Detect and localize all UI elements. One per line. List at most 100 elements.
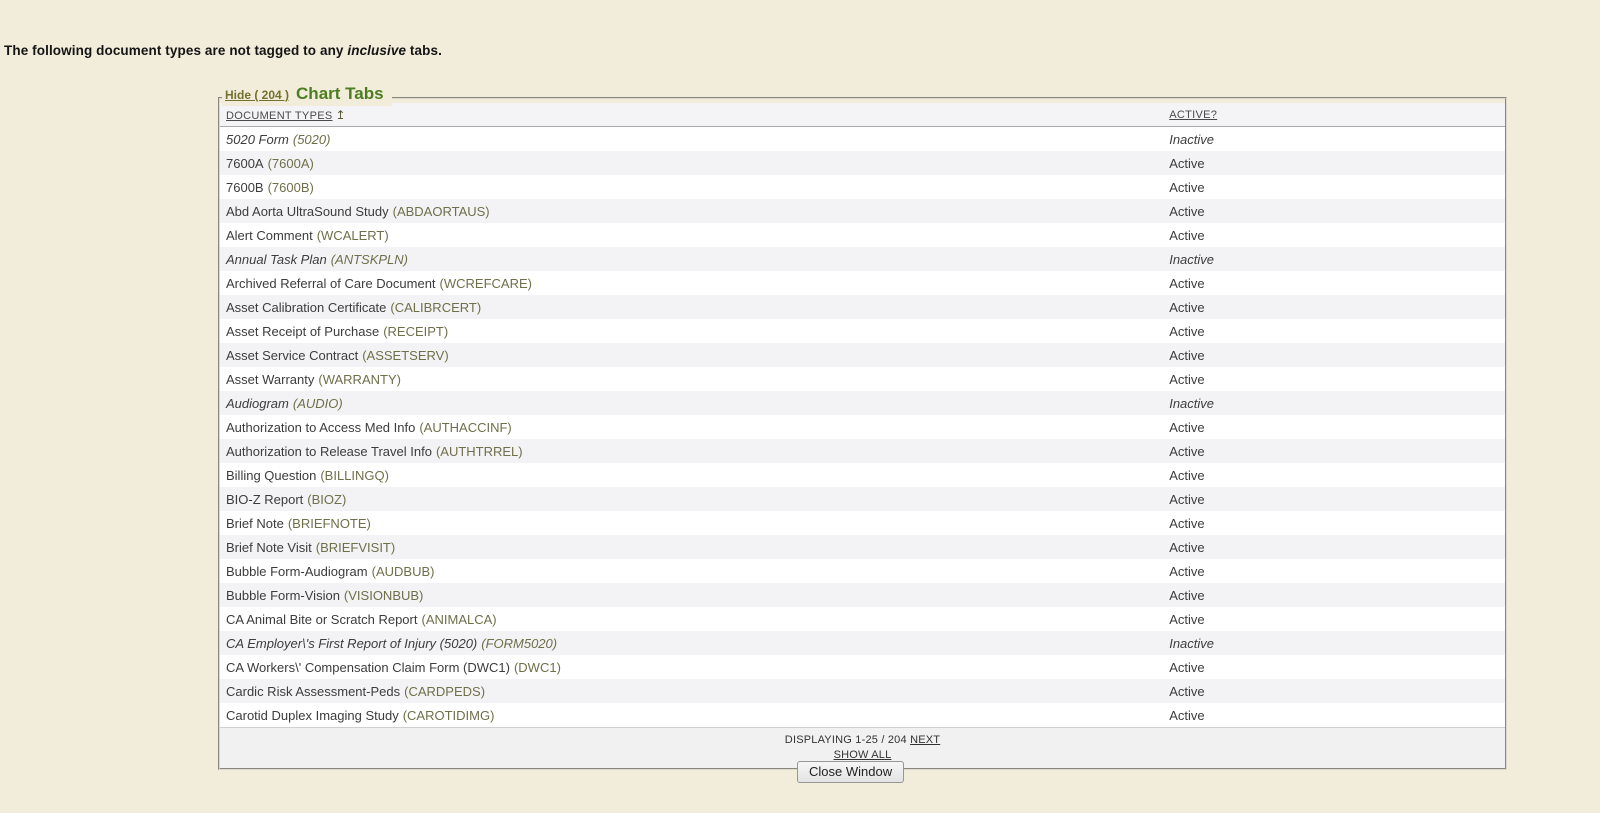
active-status-cell: Active	[1163, 343, 1505, 367]
status-badge: Active	[1169, 564, 1204, 579]
status-badge: Active	[1169, 612, 1204, 627]
active-status-cell: Active	[1163, 703, 1505, 727]
document-code: (ASSETSERV)	[362, 348, 448, 363]
sort-active-link[interactable]: ACTIVE?	[1169, 109, 1217, 121]
status-badge: Active	[1169, 372, 1204, 387]
document-name: 7600A	[226, 156, 264, 171]
document-code: (CALIBRCERT)	[390, 300, 481, 315]
active-status-cell: Active	[1163, 151, 1505, 175]
document-code: (ANTSKPLN)	[331, 252, 408, 267]
status-badge: Active	[1169, 180, 1204, 195]
table-row: Asset Service Contract (ASSETSERV) Active	[220, 343, 1505, 367]
document-name: Audiogram	[226, 396, 289, 411]
document-code: (AUTHTRREL)	[436, 444, 523, 459]
status-badge: Active	[1169, 420, 1204, 435]
document-name: Asset Receipt of Purchase	[226, 324, 379, 339]
document-code: (DWC1)	[514, 660, 561, 675]
document-name: CA Employer\'s First Report of Injury (5…	[226, 636, 477, 651]
document-type-cell: Asset Warranty(WARRANTY)	[220, 367, 1163, 391]
intro-statement: The following document types are not tag…	[4, 43, 442, 58]
table-row: 7600A(7600A) Active	[220, 151, 1505, 175]
document-type-cell: Alert Comment(WCALERT)	[220, 223, 1163, 247]
document-type-cell: 7600A(7600A)	[220, 151, 1163, 175]
document-type-cell: Asset Service Contract (ASSETSERV)	[220, 343, 1163, 367]
document-name: Authorization to Release Travel Info	[226, 444, 432, 459]
active-status-cell: Active	[1163, 367, 1505, 391]
table-row: Alert Comment(WCALERT) Active	[220, 223, 1505, 247]
table-row: CA Animal Bite or Scratch Report(ANIMALC…	[220, 607, 1505, 631]
document-type-cell: Carotid Duplex Imaging Study(CAROTIDIMG)	[220, 703, 1163, 727]
table-row: Authorization to Access Med Info (AUTHACC…	[220, 415, 1505, 439]
column-header-active: ACTIVE?	[1163, 103, 1505, 127]
document-code: (ANIMALCA)	[421, 612, 496, 627]
active-status-cell: Active	[1163, 607, 1505, 631]
document-code: (ABDAORTAUS)	[393, 204, 490, 219]
document-type-cell: Archived Referral of Care Document (WCREF…	[220, 271, 1163, 295]
close-window-button[interactable]: Close Window	[797, 761, 904, 783]
active-status-cell: Active	[1163, 223, 1505, 247]
document-type-cell: Asset Receipt of Purchase(RECEIPT)	[220, 319, 1163, 343]
table-row: Brief Note(BRIEFNOTE) Active	[220, 511, 1505, 535]
sort-document-types-link[interactable]: DOCUMENT TYPES	[226, 110, 332, 122]
document-code: (AUDBUB)	[372, 564, 435, 579]
active-status-cell: Active	[1163, 511, 1505, 535]
status-badge: Active	[1169, 660, 1204, 675]
table-row: Asset Warranty(WARRANTY) Active	[220, 367, 1505, 391]
document-name: Asset Calibration Certificate	[226, 300, 386, 315]
active-status-cell: Inactive	[1163, 127, 1505, 152]
status-badge: Active	[1169, 708, 1204, 723]
document-name: Brief Note	[226, 516, 284, 531]
panel-title: Chart Tabs	[296, 84, 384, 104]
document-type-cell: Authorization to Release Travel Info (AUT…	[220, 439, 1163, 463]
document-type-cell: Cardic Risk Assessment-Peds(CARDPEDS)	[220, 679, 1163, 703]
document-type-cell: Billing Question(BILLINGQ)	[220, 463, 1163, 487]
document-name: Alert Comment	[226, 228, 313, 243]
document-code: (VISIONBUB)	[344, 588, 423, 603]
active-status-cell: Inactive	[1163, 247, 1505, 271]
table-row: CA Employer\'s First Report of Injury (5…	[220, 631, 1505, 655]
document-code: (AUTHACCINF)	[419, 420, 511, 435]
next-page-link[interactable]: NEXT	[910, 734, 940, 746]
sort-ascending-icon[interactable]: ↥	[335, 108, 345, 122]
document-type-cell: Audiogram(AUDIO)	[220, 391, 1163, 415]
document-name: Billing Question	[226, 468, 316, 483]
document-name: CA Workers\' Compensation Claim Form (DW…	[226, 660, 510, 675]
show-all-line: SHOW ALL	[220, 748, 1505, 762]
active-status-cell: Active	[1163, 559, 1505, 583]
intro-text-suffix: tabs.	[406, 43, 442, 58]
status-badge: Inactive	[1169, 396, 1214, 411]
status-badge: Active	[1169, 492, 1204, 507]
active-status-cell: Active	[1163, 415, 1505, 439]
panel-legend: Hide ( 204 ) Chart Tabs	[222, 84, 392, 106]
document-type-cell: CA Animal Bite or Scratch Report(ANIMALC…	[220, 607, 1163, 631]
document-types-table: DOCUMENT TYPES↥ ACTIVE? 5020 Form(5020) …	[220, 103, 1505, 727]
status-badge: Active	[1169, 228, 1204, 243]
table-row: Asset Receipt of Purchase(RECEIPT) Activ…	[220, 319, 1505, 343]
hide-link[interactable]: Hide ( 204 )	[225, 88, 289, 102]
status-badge: Inactive	[1169, 252, 1214, 267]
document-name: Asset Warranty	[226, 372, 314, 387]
document-name: Bubble Form-Audiogram	[226, 564, 368, 579]
document-name: Archived Referral of Care Document	[226, 276, 436, 291]
column-header-document-types: DOCUMENT TYPES↥	[220, 103, 1163, 127]
table-row: Billing Question(BILLINGQ) Active	[220, 463, 1505, 487]
active-status-cell: Active	[1163, 199, 1505, 223]
document-code: (BRIEFVISIT)	[316, 540, 395, 555]
table-row: 5020 Form(5020) Inactive	[220, 127, 1505, 152]
table-row: Cardic Risk Assessment-Peds(CARDPEDS) Ac…	[220, 679, 1505, 703]
document-type-cell: 5020 Form(5020)	[220, 127, 1163, 152]
show-all-link[interactable]: SHOW ALL	[834, 749, 892, 761]
document-code: (WCREFCARE)	[440, 276, 532, 291]
table-row: Bubble Form-Vision(VISIONBUB) Active	[220, 583, 1505, 607]
table-row: Abd Aorta UltraSound Study(ABDAORTAUS) A…	[220, 199, 1505, 223]
document-name: Asset Service Contract	[226, 348, 358, 363]
document-type-cell: Annual Task Plan(ANTSKPLN)	[220, 247, 1163, 271]
document-type-cell: Abd Aorta UltraSound Study(ABDAORTAUS)	[220, 199, 1163, 223]
status-badge: Active	[1169, 348, 1204, 363]
document-name: 5020 Form	[226, 132, 289, 147]
document-name: Authorization to Access Med Info	[226, 420, 415, 435]
table-row: Bubble Form-Audiogram (AUDBUB) Active	[220, 559, 1505, 583]
table-row: Asset Calibration Certificate (CALIBRCERT…	[220, 295, 1505, 319]
status-badge: Active	[1169, 300, 1204, 315]
chart-tabs-panel: Hide ( 204 ) Chart Tabs DOCUMENT TYPES↥ …	[218, 84, 1507, 770]
